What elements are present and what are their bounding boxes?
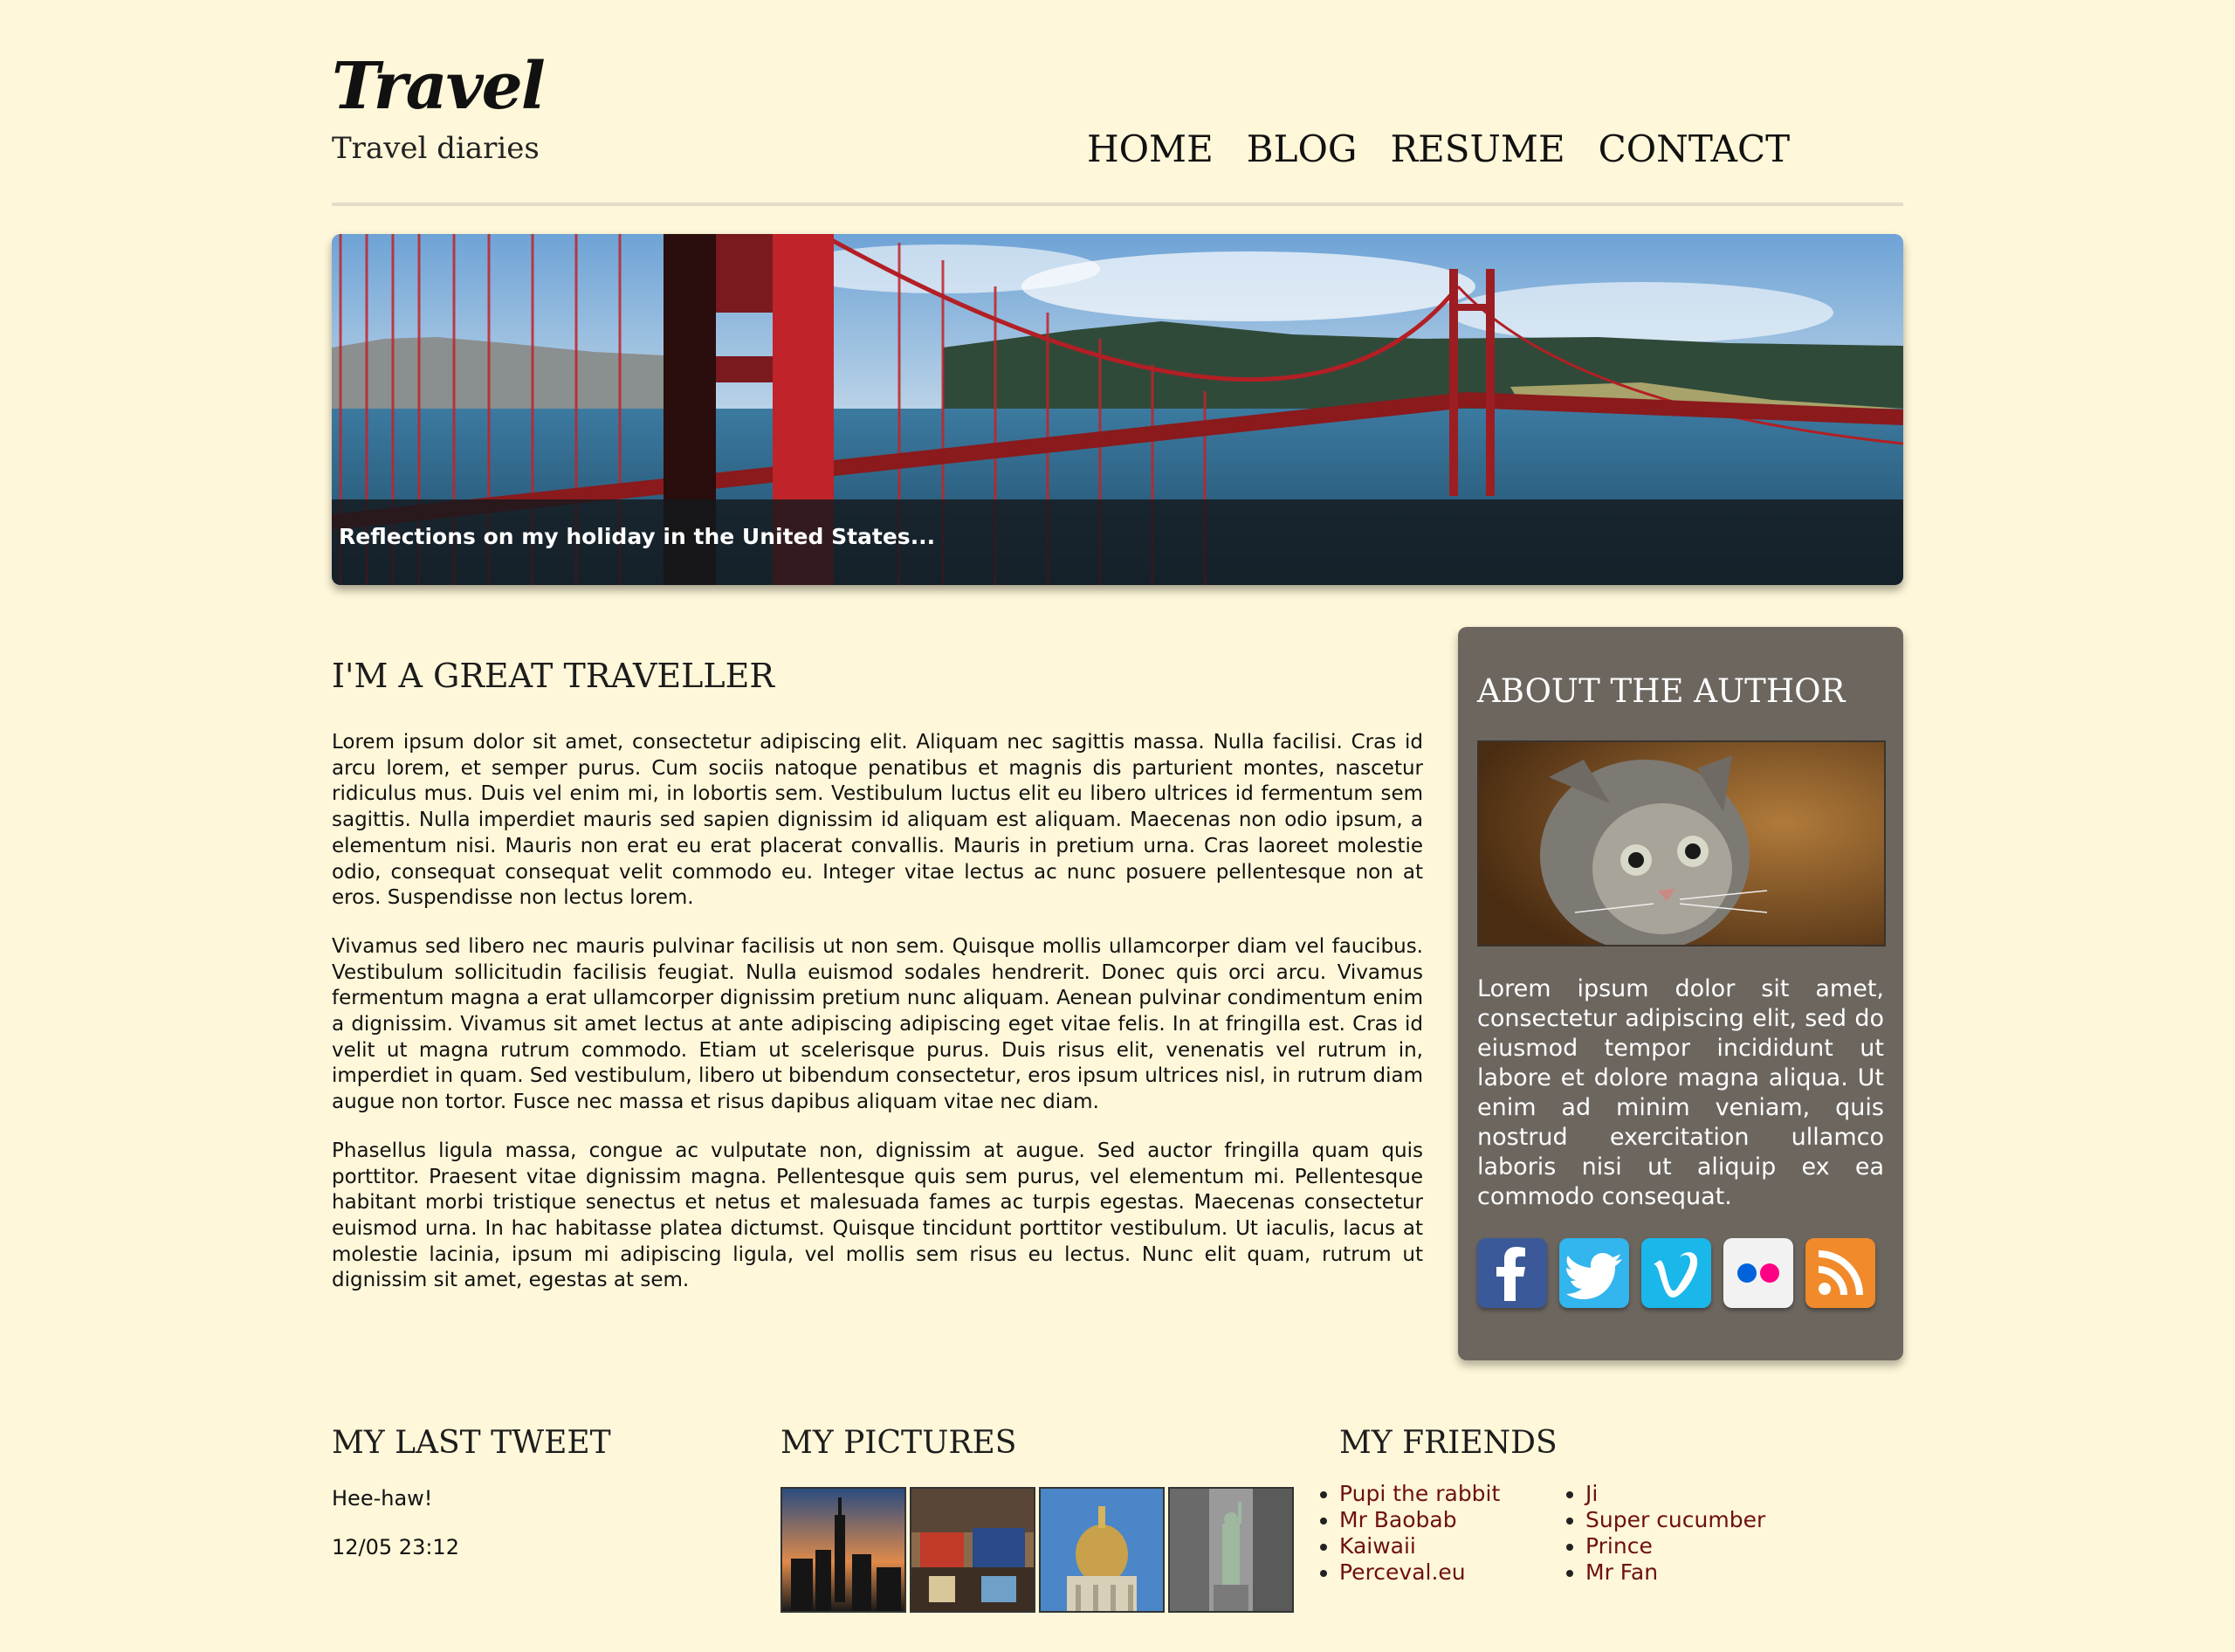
list-item: Super cucumber [1585, 1507, 1765, 1533]
list-item: Perceval.eu [1339, 1559, 1500, 1586]
author-photo [1477, 740, 1886, 946]
banner-caption-text: Reflections on my holiday in the United … [339, 524, 936, 549]
list-item: Ji [1585, 1481, 1765, 1507]
friend-link[interactable]: Mr Baobab [1339, 1507, 1457, 1532]
hero-banner: Reflections on my holiday in the United … [332, 234, 1903, 585]
last-tweet-title: MY LAST TWEET [332, 1425, 611, 1461]
article-paragraph: Lorem ipsum dolor sit amet, consectetur … [332, 731, 1423, 910]
article-title: I'M A GREAT TRAVELLER [332, 657, 774, 695]
friend-link[interactable]: Kaiwaii [1339, 1533, 1416, 1559]
my-pictures-title: MY PICTURES [781, 1425, 1017, 1461]
picture-thumbnail[interactable] [910, 1487, 1035, 1613]
list-item: Mr Fan [1585, 1559, 1765, 1586]
tweet-timestamp: 12/05 23:12 [332, 1535, 459, 1559]
friend-link[interactable]: Mr Fan [1585, 1559, 1658, 1585]
list-item: Prince [1585, 1533, 1765, 1559]
nav-home-link[interactable]: HOME [1087, 127, 1214, 170]
facebook-icon[interactable] [1477, 1238, 1547, 1308]
rss-icon[interactable] [1805, 1238, 1875, 1308]
header-divider [332, 203, 1903, 206]
article-paragraph: Phasellus ligula massa, congue ac vulput… [332, 1139, 1423, 1292]
friends-list-col1: Pupi the rabbit Mr Baobab Kaiwaii Percev… [1311, 1481, 1500, 1586]
friend-link[interactable]: Prince [1585, 1533, 1653, 1559]
friend-link[interactable]: Super cucumber [1585, 1507, 1765, 1532]
article-paragraph: Vivamus sed libero nec mauris pulvinar f… [332, 934, 1423, 1114]
picture-thumbnail[interactable] [1168, 1487, 1294, 1613]
vimeo-icon[interactable] [1641, 1238, 1711, 1308]
friends-list-col2: Ji Super cucumber Prince Mr Fan [1558, 1481, 1765, 1586]
site-tagline: Travel diaries [332, 131, 540, 166]
tweet-text: Hee-haw! [332, 1486, 433, 1511]
nav-blog-link[interactable]: BLOG [1247, 127, 1358, 170]
friend-link[interactable]: Pupi the rabbit [1339, 1481, 1500, 1506]
list-item: Pupi the rabbit [1339, 1481, 1500, 1507]
friend-link[interactable]: Ji [1585, 1481, 1598, 1506]
main-nav: HOME BLOG RESUME CONTACT [1087, 127, 1790, 170]
banner-caption-bar: Reflections on my holiday in the United … [332, 499, 1903, 585]
list-item: Mr Baobab [1339, 1507, 1500, 1533]
site-logo[interactable]: Travel [332, 49, 546, 124]
picture-thumbnail[interactable] [1039, 1487, 1165, 1613]
about-author-title: ABOUT THE AUTHOR [1477, 672, 1846, 710]
picture-thumbnail[interactable] [781, 1487, 906, 1613]
nav-resume-link[interactable]: RESUME [1390, 127, 1564, 170]
main-article: I'M A GREAT TRAVELLER Lorem ipsum dolor … [332, 657, 1423, 1317]
my-friends-title: MY FRIENDS [1339, 1425, 1558, 1461]
social-links [1477, 1238, 1875, 1308]
about-author-panel: ABOUT THE AUTHOR Lorem ipsum dolor sit a… [1458, 627, 1903, 1360]
friend-link[interactable]: Perceval.eu [1339, 1559, 1466, 1585]
list-item: Kaiwaii [1339, 1533, 1500, 1559]
nav-contact-link[interactable]: CONTACT [1599, 127, 1791, 170]
flickr-icon[interactable] [1723, 1238, 1793, 1308]
twitter-icon[interactable] [1559, 1238, 1629, 1308]
author-bio: Lorem ipsum dolor sit amet, consectetur … [1477, 975, 1884, 1210]
picture-gallery [781, 1487, 1294, 1613]
